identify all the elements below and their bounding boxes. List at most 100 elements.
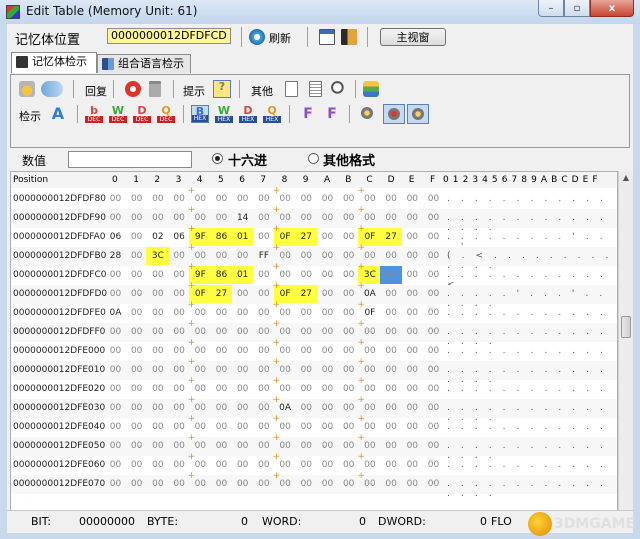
- byte-cell[interactable]: 00: [126, 270, 147, 280]
- row-address[interactable]: 0000000012DFDF80: [13, 194, 106, 204]
- byte-cell[interactable]: 00: [402, 346, 423, 356]
- byte-cell[interactable]: 00: [402, 460, 423, 470]
- byte-cell[interactable]: FF: [253, 251, 274, 261]
- byte-cell[interactable]: 00: [423, 327, 444, 337]
- byte-cell[interactable]: 3C: [147, 251, 168, 261]
- byte-cell[interactable]: 00: [169, 289, 190, 299]
- byte-cell[interactable]: 00: [381, 403, 402, 413]
- byte-cell[interactable]: 00: [338, 460, 359, 470]
- trash-icon[interactable]: [149, 81, 161, 97]
- byte-cell[interactable]: 00: [253, 403, 274, 413]
- row-address[interactable]: 0000000012DFE040: [13, 422, 105, 432]
- undo-icon[interactable]: [125, 81, 141, 97]
- byte-cell[interactable]: 00: [338, 194, 359, 204]
- byte-cell[interactable]: 00: [317, 308, 338, 318]
- byte-cell[interactable]: 00: [253, 194, 274, 204]
- byte-cell[interactable]: 00: [126, 327, 147, 337]
- float-icon[interactable]: F: [299, 105, 317, 123]
- byte-cell[interactable]: 00: [126, 346, 147, 356]
- row-address[interactable]: 0000000012DFE030: [13, 403, 105, 413]
- byte-cell[interactable]: 00: [232, 365, 253, 375]
- byte-cell[interactable]: 00: [232, 403, 253, 413]
- byte-cell[interactable]: 00: [338, 422, 359, 432]
- byte-cell[interactable]: 00: [126, 213, 147, 223]
- byte-cell[interactable]: 00: [402, 384, 423, 394]
- byte-cell[interactable]: 86: [211, 232, 232, 242]
- byte-cell[interactable]: 00: [402, 327, 423, 337]
- byte-cell[interactable]: 00: [169, 346, 190, 356]
- byte-cell[interactable]: 00: [232, 289, 253, 299]
- byte-cell[interactable]: 00: [253, 270, 274, 280]
- byte-cell[interactable]: 00: [381, 460, 402, 470]
- byte-cell[interactable]: 00: [296, 441, 317, 451]
- byte-cell[interactable]: 00: [296, 308, 317, 318]
- byte-cell[interactable]: 00: [296, 403, 317, 413]
- byte-cell[interactable]: 00: [253, 308, 274, 318]
- byte-cell[interactable]: 00: [381, 384, 402, 394]
- stack-icon[interactable]: [363, 81, 379, 97]
- row-address[interactable]: 0000000012DFE000: [13, 346, 105, 356]
- hint-label[interactable]: 提示: [183, 83, 205, 99]
- byte-cell[interactable]: 00: [381, 422, 402, 432]
- byte-cell[interactable]: 00: [211, 213, 232, 223]
- byte-cell[interactable]: 00: [423, 251, 444, 261]
- byte-cell[interactable]: 06: [105, 232, 126, 242]
- play-button[interactable]: [407, 104, 429, 124]
- tab-memory-view[interactable]: 记忆体检示: [11, 52, 97, 73]
- byte-cell[interactable]: 00: [381, 327, 402, 337]
- byte-cell[interactable]: 00: [253, 213, 274, 223]
- row-address[interactable]: 0000000012DFE010: [13, 365, 105, 375]
- byte-cell[interactable]: 00: [147, 289, 168, 299]
- byte-cell[interactable]: 00: [169, 384, 190, 394]
- byte-cell[interactable]: 00: [211, 479, 232, 489]
- byte-cell[interactable]: 00: [402, 232, 423, 242]
- byte-cell[interactable]: 02: [147, 232, 168, 242]
- radio-other[interactable]: [308, 153, 319, 164]
- byte-cell[interactable]: 00: [423, 422, 444, 432]
- byte-cell[interactable]: 00: [381, 365, 402, 375]
- byte-cell[interactable]: 06: [169, 232, 190, 242]
- byte-cell[interactable]: 00: [211, 422, 232, 432]
- byte-cell[interactable]: 00: [105, 479, 126, 489]
- byte-cell[interactable]: 00: [296, 327, 317, 337]
- byte-cell[interactable]: 00: [126, 441, 147, 451]
- byte-cell[interactable]: 00: [147, 346, 168, 356]
- byte-cell[interactable]: 00: [423, 308, 444, 318]
- byte-cell[interactable]: 00: [147, 460, 168, 470]
- byte-cell[interactable]: 00: [105, 194, 126, 204]
- byte-cell[interactable]: 00: [423, 441, 444, 451]
- byte-cell[interactable]: 00: [423, 384, 444, 394]
- byte-cell[interactable]: 00: [317, 460, 338, 470]
- byte-cell[interactable]: 00: [211, 365, 232, 375]
- byte-cell[interactable]: 00: [169, 194, 190, 204]
- byte-cell[interactable]: 00: [147, 403, 168, 413]
- byte-cell[interactable]: 00: [232, 460, 253, 470]
- byte-cell[interactable]: 00: [211, 441, 232, 451]
- byte-cell[interactable]: 00: [126, 289, 147, 299]
- byte-cell[interactable]: 00: [402, 308, 423, 318]
- byte-cell[interactable]: 00: [317, 289, 338, 299]
- byte-cell[interactable]: 00: [253, 346, 274, 356]
- byte-cell[interactable]: 00: [147, 213, 168, 223]
- byte-cell[interactable]: 00: [232, 479, 253, 489]
- byte-cell[interactable]: 00: [126, 194, 147, 204]
- tab-disassembly-view[interactable]: 组合语言检示: [97, 54, 191, 73]
- byte-cell[interactable]: 00: [338, 403, 359, 413]
- byte-cell[interactable]: 00: [232, 308, 253, 318]
- byte-cell[interactable]: 00: [126, 403, 147, 413]
- byte-cell[interactable]: 00: [381, 194, 402, 204]
- refresh-icon[interactable]: [249, 29, 265, 45]
- minimize-button[interactable]: –: [538, 0, 564, 17]
- byte-cell[interactable]: 00: [126, 384, 147, 394]
- byte-cell[interactable]: 00: [317, 422, 338, 432]
- byte-cell[interactable]: 00: [296, 422, 317, 432]
- byte-cell[interactable]: 00: [423, 213, 444, 223]
- byte-cell[interactable]: 00: [338, 213, 359, 223]
- byte-cell[interactable]: 00: [296, 194, 317, 204]
- byte-cell[interactable]: 00: [232, 384, 253, 394]
- byte-cell[interactable]: 00: [147, 479, 168, 489]
- byte-cell[interactable]: 00: [147, 270, 168, 280]
- maximize-button[interactable]: ▫: [564, 0, 590, 17]
- byte-cell[interactable]: 00: [126, 232, 147, 242]
- byte-cell[interactable]: 00: [381, 251, 402, 261]
